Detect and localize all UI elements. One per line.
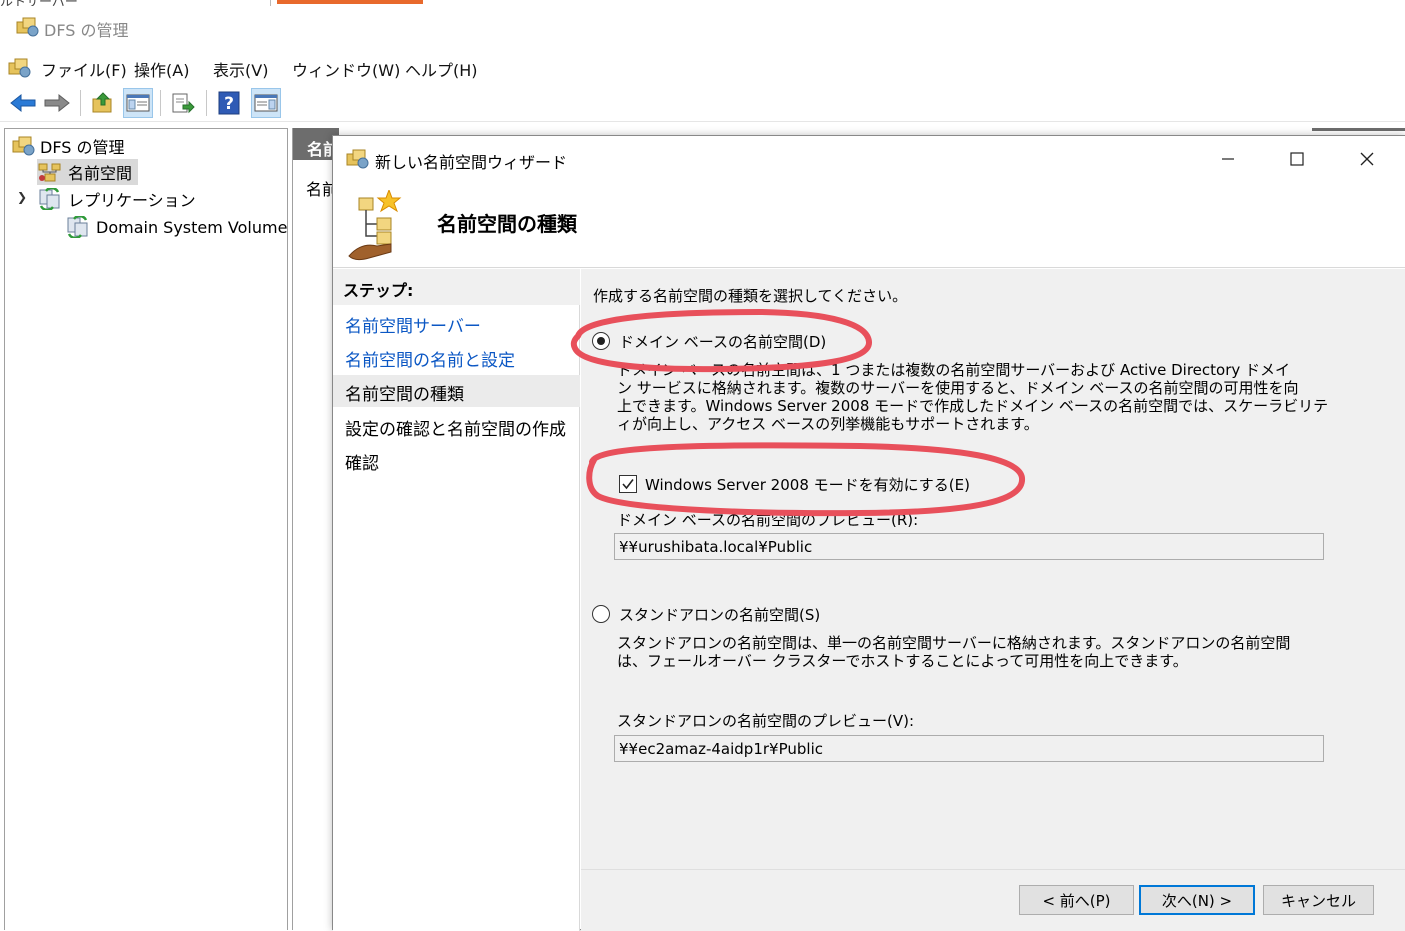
action-pane-icon xyxy=(254,94,278,112)
wizard-titlebar: 新しい名前空間ウィザード xyxy=(333,136,1405,182)
menu-file[interactable]: ファイル(F) xyxy=(41,57,127,81)
cancel-button[interactable]: キャンセル xyxy=(1263,885,1374,915)
main-titlebar: DFS の管理 xyxy=(0,6,1405,46)
wizard-header: 名前空間の種類 xyxy=(333,182,1405,268)
help-button[interactable]: ? xyxy=(214,88,244,118)
tree-item-namespaces[interactable]: 名前空間 xyxy=(37,159,139,185)
replication-icon xyxy=(37,188,63,210)
back-button[interactable]: < 前へ(P) xyxy=(1019,885,1134,915)
dfs-management-icon xyxy=(15,16,39,42)
instruction-text: 作成する名前空間の種類を選択してください。 xyxy=(593,287,908,305)
standalone-description: スタンドアロンの名前空間は、単一の名前空間サーバーに格納されます。スタンドアロン… xyxy=(617,634,1291,670)
chevron-down-icon[interactable]: ❯ xyxy=(17,190,27,204)
console-tree-icon xyxy=(126,94,150,112)
menu-view[interactable]: 表示(V) xyxy=(213,57,268,81)
dfs-management-icon xyxy=(11,135,35,157)
wizard-page-title: 名前空間の種類 xyxy=(437,212,577,236)
step-review-create: 設定の確認と名前空間の作成 xyxy=(345,420,566,440)
show-console-tree-button[interactable] xyxy=(123,88,153,118)
domain-preview-label: ドメイン ベースの名前空間のプレビュー(R): xyxy=(617,511,919,529)
tree-item-label: DFS の管理 xyxy=(40,138,125,157)
new-namespace-wizard: 新しい名前空間ウィザード 名前空間の種類 ステップ: 名前空間サーバー 名前空間… xyxy=(332,135,1405,931)
system-menu-icon[interactable] xyxy=(7,57,31,83)
wizard-content: 作成する名前空間の種類を選択してください。 ドメイン ベースの名前空間(D) ド… xyxy=(581,269,1405,869)
back-icon xyxy=(10,93,36,113)
wizard-app-icon xyxy=(345,148,369,174)
wizard-footer: < 前へ(P) 次へ(N) > キャンセル xyxy=(581,869,1405,931)
next-button[interactable]: 次へ(N) > xyxy=(1139,885,1255,915)
close-button[interactable] xyxy=(1347,146,1387,172)
console-tree: DFS の管理 名前空間 ❯ レプリケーション Domain System Vo… xyxy=(4,128,288,930)
active-tab-accent xyxy=(277,0,423,4)
steps-header: ステップ: xyxy=(333,269,580,305)
checkmark-icon xyxy=(622,479,634,490)
main-window-title: DFS の管理 xyxy=(44,21,129,40)
namespace-icon xyxy=(37,161,63,183)
domain-based-description: ドメイン ベースの名前空間は、1 つまたは複数の名前空間サーバーおよび Acti… xyxy=(617,361,1329,433)
wizard-steps-pane: ステップ: 名前空間サーバー 名前空間の名前と設定 名前空間の種類 設定の確認と… xyxy=(333,269,580,931)
tree-item-replication[interactable]: レプリケーション xyxy=(37,186,196,212)
svg-text:?: ? xyxy=(224,94,234,114)
tree-item-domain-system-volume[interactable]: Domain System Volume xyxy=(65,214,287,240)
new-namespace-icon xyxy=(347,188,413,268)
domain-preview-field: ¥¥urushibata.local¥Public xyxy=(614,533,1324,560)
domain-based-label[interactable]: ドメイン ベースの名前空間(D) xyxy=(619,331,826,352)
menu-action[interactable]: 操作(A) xyxy=(134,57,189,81)
close-icon xyxy=(1360,152,1374,166)
minimize-button[interactable] xyxy=(1208,146,1248,172)
tree-item-dfs-root[interactable]: DFS の管理 xyxy=(11,133,125,159)
step-namespace-server[interactable]: 名前空間サーバー xyxy=(333,307,580,339)
menu-bar: ファイル(F) 操作(A) 表示(V) ウィンドウ(W) ヘルプ(H) xyxy=(0,50,1405,84)
enable-2008-mode-checkbox[interactable] xyxy=(619,475,637,493)
standalone-preview-field: ¥¥ec2amaz-4aidp1r¥Public xyxy=(614,735,1324,762)
up-level-button[interactable] xyxy=(88,88,118,118)
menu-help[interactable]: ヘルプ(H) xyxy=(405,57,478,81)
help-icon: ? xyxy=(218,91,240,115)
minimize-icon xyxy=(1222,158,1234,160)
toolbar: ? xyxy=(0,84,1405,122)
step-namespace-type: 名前空間の種類 xyxy=(333,375,580,407)
standalone-radio[interactable] xyxy=(592,605,610,623)
back-button[interactable] xyxy=(8,88,38,118)
tree-item-label: 名前空間 xyxy=(68,164,133,183)
replication-group-icon xyxy=(65,216,91,238)
standalone-label[interactable]: スタンドアロンの名前空間(S) xyxy=(619,604,820,625)
tree-item-label: Domain System Volume xyxy=(96,217,288,237)
show-action-pane-button[interactable] xyxy=(251,88,281,118)
wizard-title: 新しい名前空間ウィザード xyxy=(375,153,568,172)
menu-window[interactable]: ウィンドウ(W) xyxy=(292,57,400,81)
export-icon xyxy=(172,93,195,114)
forward-button[interactable] xyxy=(42,88,72,118)
forward-icon xyxy=(44,93,70,113)
step-namespace-name-settings[interactable]: 名前空間の名前と設定 xyxy=(333,341,580,373)
maximize-icon xyxy=(1290,152,1304,166)
maximize-button[interactable] xyxy=(1277,146,1317,172)
step-confirmation: 確認 xyxy=(345,454,379,474)
domain-based-radio[interactable] xyxy=(592,332,610,350)
enable-2008-mode-label[interactable]: Windows Server 2008 モードを有効にする(E) xyxy=(645,474,970,495)
export-list-button[interactable] xyxy=(168,88,198,118)
tree-item-label: レプリケーション xyxy=(68,191,196,210)
standalone-preview-label: スタンドアロンの名前空間のプレビュー(V): xyxy=(617,712,915,730)
up-folder-icon xyxy=(92,92,112,113)
